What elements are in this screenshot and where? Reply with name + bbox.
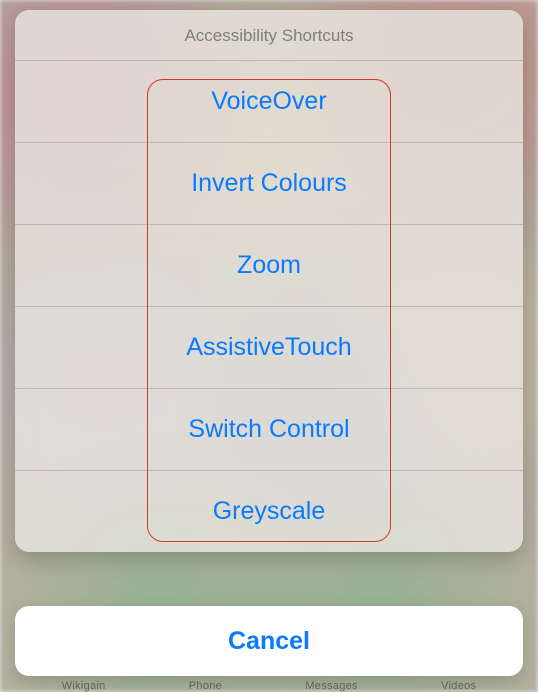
action-sheet: Accessibility Shortcuts VoiceOver Invert… [15, 10, 523, 552]
cancel-button[interactable]: Cancel [15, 606, 523, 676]
dock-label: Wikigain [62, 680, 106, 692]
option-greyscale[interactable]: Greyscale [15, 470, 523, 552]
dock-label: Messages [305, 680, 358, 692]
sheet-title: Accessibility Shortcuts [15, 10, 523, 60]
option-voiceover[interactable]: VoiceOver [15, 60, 523, 142]
option-zoom[interactable]: Zoom [15, 224, 523, 306]
dock-label: Videos [441, 680, 476, 692]
option-label: Switch Control [188, 415, 349, 444]
dock-label: Phone [189, 680, 222, 692]
option-switch-control[interactable]: Switch Control [15, 388, 523, 470]
option-label: Greyscale [213, 497, 326, 526]
option-assistivetouch[interactable]: AssistiveTouch [15, 306, 523, 388]
dock-app-labels: Wikigain Phone Messages Videos [0, 680, 538, 692]
option-label: Zoom [237, 251, 301, 280]
option-label: AssistiveTouch [186, 333, 351, 362]
cancel-label: Cancel [228, 627, 310, 656]
option-invert-colours[interactable]: Invert Colours [15, 142, 523, 224]
option-label: Invert Colours [191, 169, 347, 198]
option-label: VoiceOver [211, 87, 326, 116]
